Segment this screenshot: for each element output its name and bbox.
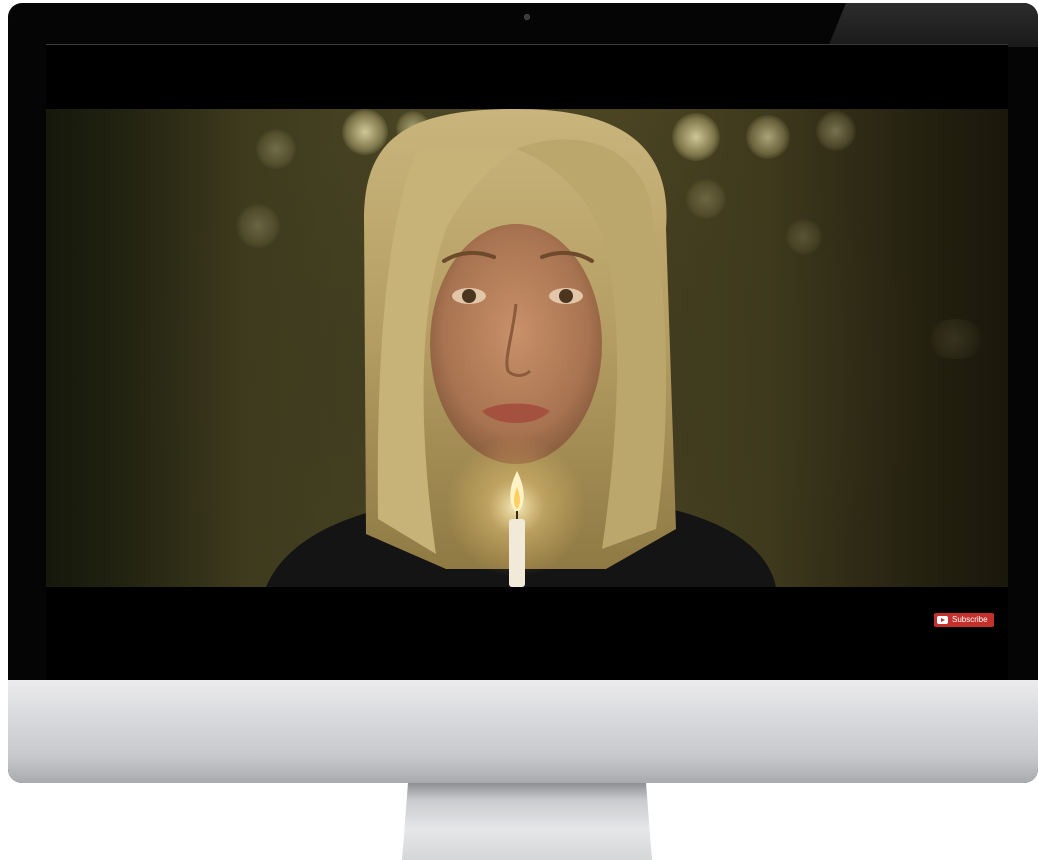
monitor-chin bbox=[8, 680, 1038, 783]
woman-with-candle-icon bbox=[266, 109, 776, 587]
subscribe-label: Subscribe bbox=[952, 615, 988, 624]
screen: Subscribe bbox=[46, 44, 1008, 681]
subscribe-button[interactable]: Subscribe bbox=[934, 613, 994, 627]
stage: Subscribe bbox=[0, 0, 1038, 860]
monitor: Subscribe bbox=[8, 3, 1038, 783]
youtube-play-icon bbox=[937, 616, 948, 624]
subject-face bbox=[430, 224, 602, 464]
video-frame[interactable] bbox=[46, 109, 1008, 587]
candle bbox=[509, 519, 525, 587]
camera-icon bbox=[524, 14, 530, 20]
bezel-glare bbox=[828, 3, 1038, 47]
monitor-stand bbox=[402, 783, 652, 860]
